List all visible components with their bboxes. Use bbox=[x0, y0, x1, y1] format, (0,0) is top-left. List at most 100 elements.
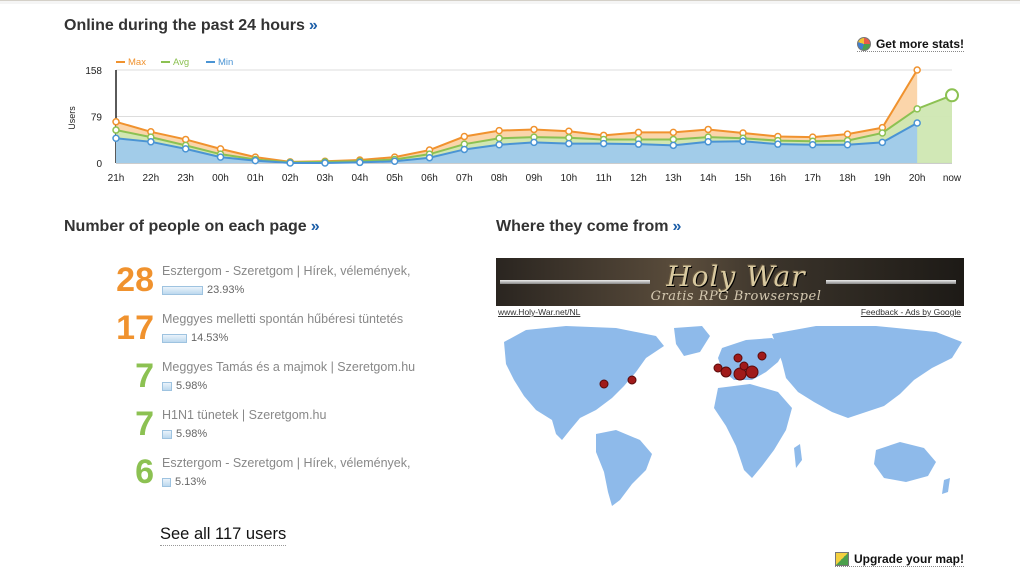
data-point bbox=[565, 133, 573, 142]
visitor-marker bbox=[733, 353, 743, 363]
x-tick-label: 03h bbox=[317, 173, 334, 184]
x-tick-label: 14h bbox=[700, 173, 717, 184]
data-point bbox=[878, 138, 887, 147]
x-tick-label: 10h bbox=[560, 173, 577, 184]
asia-shape bbox=[772, 326, 962, 418]
data-point bbox=[808, 141, 817, 149]
data-point bbox=[843, 130, 852, 138]
data-point bbox=[774, 140, 782, 148]
x-tick-label: 15h bbox=[735, 173, 752, 184]
x-tick-label: 05h bbox=[386, 173, 403, 184]
x-tick-label: 19h bbox=[874, 173, 891, 184]
x-tick-label: now bbox=[943, 173, 962, 184]
x-tick-label: 22h bbox=[142, 173, 159, 184]
online-users-chart: 0 79 158 Users 21h 22h 23h 00h 01h 02h 03h 04h 05h 06… bbox=[67, 57, 962, 184]
page-share-pct: 5.98% bbox=[176, 380, 208, 392]
visitor-marker bbox=[720, 366, 732, 378]
north-america-shape bbox=[504, 326, 664, 440]
section-arrow-icon[interactable]: » bbox=[672, 218, 681, 235]
upgrade-map-label[interactable]: Upgrade your map! bbox=[854, 552, 964, 566]
get-more-stats-link[interactable]: Get more stats! bbox=[856, 37, 964, 52]
legend-label: Avg bbox=[173, 57, 189, 68]
greenland-shape bbox=[674, 326, 710, 356]
page-list-item[interactable]: 17 Meggyes melletti spontán hűbéresi tün… bbox=[108, 306, 438, 354]
australia-shape bbox=[874, 442, 936, 482]
x-tick-label: 08h bbox=[491, 173, 508, 184]
data-point bbox=[565, 139, 573, 148]
sword-right-graphic bbox=[826, 280, 956, 284]
online-section-title[interactable]: Online during the past 24 hours» bbox=[64, 17, 318, 35]
map-land bbox=[504, 326, 962, 506]
visitor-marker bbox=[757, 351, 767, 361]
ad-url-link[interactable]: www.Holy-War.net/NL bbox=[498, 307, 580, 317]
new-zealand-shape bbox=[942, 478, 950, 494]
data-point bbox=[321, 159, 329, 167]
y-tick-label: 79 bbox=[91, 113, 103, 124]
see-all-users-link[interactable]: See all 117 users bbox=[160, 525, 287, 546]
data-point bbox=[669, 141, 678, 150]
upgrade-map-link[interactable]: Upgrade your map! bbox=[834, 552, 964, 567]
x-tick-label: 09h bbox=[526, 173, 543, 184]
x-tick-label: 11h bbox=[596, 173, 612, 184]
page-list-item[interactable]: 6 Esztergom - Szeretgom | Hírek, vélemén… bbox=[108, 450, 438, 498]
x-tick-label: 04h bbox=[351, 173, 368, 184]
legend-label: Min bbox=[218, 57, 233, 68]
page-title-link[interactable]: Esztergom - Szeretgom | Hírek, véleménye… bbox=[162, 264, 410, 278]
page-list-item[interactable]: 7 H1N1 tünetek | Szeretgom.hu 5.98% bbox=[108, 402, 438, 450]
madagascar-shape bbox=[794, 444, 802, 468]
data-point bbox=[565, 127, 573, 135]
page-title-link[interactable]: Meggyes melletti spontán hűbéresi tüntet… bbox=[162, 312, 403, 326]
pie-chart-icon bbox=[856, 37, 871, 51]
data-point bbox=[913, 66, 921, 74]
page-share-bar bbox=[162, 429, 172, 439]
world-map[interactable] bbox=[496, 322, 964, 508]
data-point bbox=[112, 118, 120, 126]
data-point bbox=[251, 156, 260, 165]
x-tick-label: 23h bbox=[177, 173, 194, 184]
page-title-link[interactable]: H1N1 tünetek | Szeretgom.hu bbox=[162, 408, 326, 422]
data-point bbox=[460, 132, 469, 141]
section-arrow-icon[interactable]: » bbox=[309, 17, 318, 34]
pages-section-title[interactable]: Number of people on each page» bbox=[64, 218, 320, 236]
data-point bbox=[704, 125, 712, 134]
y-axis-label: Users bbox=[67, 106, 77, 130]
page-list-item[interactable]: 7 Meggyes Tamás és a majmok | Szeretgom.… bbox=[108, 354, 438, 402]
data-point bbox=[530, 138, 538, 147]
data-point bbox=[599, 139, 608, 148]
x-tick-label: 20h bbox=[909, 173, 926, 184]
page-list: 28 Esztergom - Szeretgom | Hírek, vélemé… bbox=[108, 258, 438, 498]
page-list-item[interactable]: 28 Esztergom - Szeretgom | Hírek, vélemé… bbox=[108, 258, 438, 306]
data-point bbox=[181, 145, 190, 153]
data-point bbox=[147, 138, 155, 146]
section-arrow-icon[interactable]: » bbox=[311, 218, 320, 235]
get-more-stats-label[interactable]: Get more stats! bbox=[876, 37, 964, 51]
ad-banner[interactable]: Holy War Gratis RPG Browserspel bbox=[496, 258, 964, 306]
page-share-pct: 5.98% bbox=[176, 428, 208, 440]
x-tick-label: 17h bbox=[804, 173, 821, 184]
page-user-count: 6 bbox=[135, 453, 154, 491]
ad-feedback-link[interactable]: Feedback - Ads by Google bbox=[861, 307, 961, 317]
page-title-link[interactable]: Meggyes Tamás és a majmok | Szeretgom.hu bbox=[162, 360, 415, 374]
data-point bbox=[945, 88, 959, 103]
sword-left-graphic bbox=[500, 280, 650, 284]
data-point bbox=[704, 138, 712, 146]
page-title-link[interactable]: Esztergom - Szeretgom | Hírek, véleménye… bbox=[162, 456, 410, 470]
visitor-marker bbox=[745, 365, 759, 379]
page-user-count: 7 bbox=[135, 357, 154, 395]
where-section-title[interactable]: Where they come from» bbox=[496, 218, 681, 236]
page-share-pct: 5.13% bbox=[175, 476, 207, 488]
data-point bbox=[739, 137, 747, 145]
data-point bbox=[495, 141, 503, 149]
page-share-pct: 14.53% bbox=[191, 332, 229, 344]
africa-shape bbox=[714, 384, 792, 478]
data-point bbox=[495, 126, 503, 135]
page-share-bar bbox=[162, 477, 171, 487]
page-user-count: 28 bbox=[116, 261, 154, 299]
map-icon bbox=[834, 552, 849, 566]
x-tick-label: 00h bbox=[212, 173, 229, 184]
x-tick-label: 06h bbox=[421, 173, 438, 184]
x-tick-label: 02h bbox=[282, 173, 299, 184]
data-point bbox=[634, 140, 643, 148]
south-america-shape bbox=[596, 430, 652, 506]
data-point bbox=[425, 153, 434, 162]
